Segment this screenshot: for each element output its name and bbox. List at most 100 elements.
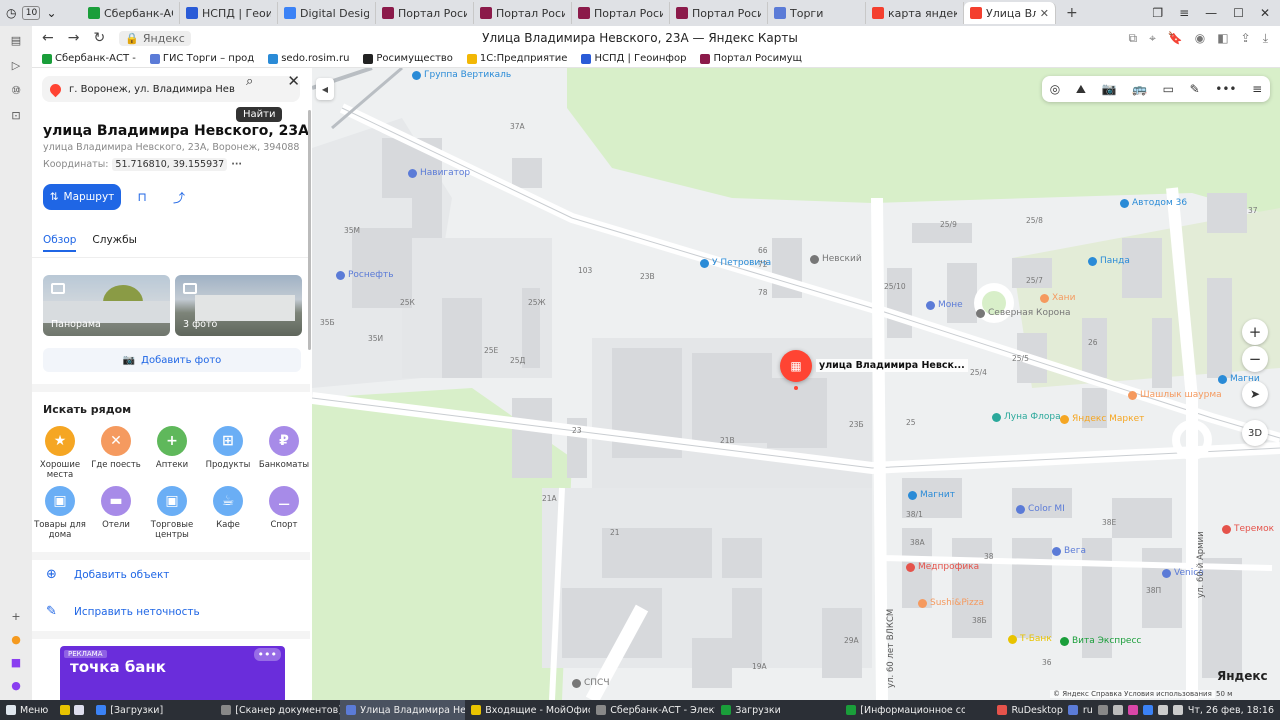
taskbar-item[interactable]: [Информационное сооб...	[840, 700, 965, 720]
search-input[interactable]: г. Воронеж, ул. Владимира Невского	[69, 84, 235, 95]
transport-icon[interactable]: 🚌	[1132, 82, 1147, 96]
locate-me-button[interactable]: ➤	[1242, 381, 1268, 407]
browser-tab[interactable]: Digital Design W	[278, 2, 376, 24]
map-poi[interactable]: Теремок	[1222, 524, 1274, 534]
add-photo-button[interactable]: 📷 Добавить фото	[43, 348, 301, 372]
map-poi[interactable]: Хани	[1040, 293, 1075, 303]
back-icon[interactable]: ←	[42, 30, 54, 46]
zoom-out-button[interactable]: −	[1242, 346, 1268, 372]
app-tray-icon[interactable]	[1127, 705, 1138, 715]
add-icon[interactable]: +	[11, 610, 20, 623]
clipboard-icon[interactable]	[1112, 705, 1123, 715]
yandex-tray-icon[interactable]	[1067, 705, 1078, 715]
menu-icon[interactable]: ≡	[1179, 6, 1189, 20]
bookmark-item[interactable]: sedo.rosim.ru	[268, 53, 349, 64]
panorama-icon[interactable]: ⛰	[1076, 82, 1086, 97]
hamburger-menu-icon[interactable]: ≡	[1252, 82, 1262, 96]
download-icon[interactable]: ⤓	[1263, 31, 1268, 46]
close-tab-icon[interactable]: ✕	[1040, 7, 1049, 20]
panorama-photo[interactable]: Панорама	[43, 275, 170, 336]
nearby-category[interactable]: ✕ Где поесть	[88, 426, 144, 470]
counter-icon[interactable]: ⑩	[11, 84, 21, 97]
nearby-category[interactable]: ⊞ Продукты	[200, 426, 256, 470]
ad-more-icon[interactable]: •••	[253, 648, 281, 661]
layers-icon[interactable]: ◎	[1050, 82, 1060, 96]
forward-icon[interactable]: →	[68, 30, 80, 46]
map-poi[interactable]: Шашлык шаурма	[1128, 390, 1222, 400]
nearby-category[interactable]: ▣ Торговые центры	[144, 486, 200, 540]
map-poi[interactable]: Яндекс Маркет	[1060, 414, 1144, 424]
tab-count-badge[interactable]: 10	[22, 6, 41, 20]
extensions-icon[interactable]: ◧	[1217, 31, 1228, 46]
map-poi[interactable]: Sushi&Pizza	[918, 598, 984, 608]
more-icon[interactable]: ···	[231, 159, 242, 170]
share-button[interactable]: ⤴	[165, 184, 193, 210]
photos-thumbnail[interactable]: 3 фото	[175, 275, 302, 336]
map-poi[interactable]: Вита Экспресс	[1060, 636, 1141, 646]
zoom-in-button[interactable]: +	[1242, 319, 1268, 345]
map-poi[interactable]: Color MI	[1016, 504, 1065, 514]
map-poi[interactable]: Панда	[1088, 256, 1130, 266]
ad-banner[interactable]: РЕКЛАМА ••• точка банк	[60, 646, 285, 700]
close-window-icon[interactable]: ✕	[1260, 6, 1270, 20]
map-poi[interactable]: Навигатор	[408, 168, 470, 178]
browser-tab[interactable]: Портал Росиму	[474, 2, 572, 24]
map-poi[interactable]: Луна Флора	[992, 412, 1061, 422]
collapse-panel-button[interactable]: ◀	[316, 78, 334, 100]
browser-tab[interactable]: Портал Росиму	[572, 2, 670, 24]
bookmark-icon[interactable]: 🔖	[1168, 31, 1183, 46]
messenger-icon[interactable]: ■	[11, 656, 21, 669]
add-object-link[interactable]: ⊕ Добавить объект	[46, 567, 169, 582]
browser-tab[interactable]: Портал Росиму	[376, 2, 474, 24]
tab-services[interactable]: Службы	[92, 234, 136, 252]
maximize-icon[interactable]: ☐	[1233, 6, 1244, 20]
map-poi[interactable]: Моне	[926, 300, 963, 310]
share-icon[interactable]: ⇪	[1241, 31, 1251, 46]
volume-icon[interactable]	[1172, 705, 1183, 715]
map-poi[interactable]: Северная Корона	[976, 308, 1071, 318]
nearby-category[interactable]: ▬ Отели	[88, 486, 144, 530]
browser-tab[interactable]: Улица Владим ✕	[964, 2, 1056, 24]
clock[interactable]: Чт, 26 фев, 18:16	[1188, 705, 1274, 716]
nearby-category[interactable]: + Аптеки	[144, 426, 200, 470]
bookmark-item[interactable]: ГИС Торги – прод	[149, 53, 254, 64]
collections-icon[interactable]: ▤	[11, 34, 21, 47]
bookmark-item[interactable]: НСПД | Геоинфор	[581, 53, 686, 64]
3d-button[interactable]: 3D	[1242, 420, 1268, 446]
bookmark-item[interactable]: Росимущество	[363, 53, 453, 64]
location-icon[interactable]: ⌖	[1149, 31, 1156, 46]
map-poi[interactable]: Медпрофика	[906, 562, 979, 572]
bluetooth-icon[interactable]	[1142, 705, 1153, 715]
history-icon[interactable]: ◷	[6, 6, 16, 20]
nearby-category[interactable]: ⚊ Спорт	[256, 486, 310, 530]
chevron-down-icon[interactable]: ⌄	[46, 6, 56, 20]
bookmark-item[interactable]: Сбербанк-АСТ -	[42, 53, 136, 64]
bookmark-item[interactable]: Портал Росимущ	[700, 53, 802, 64]
photo-icon[interactable]: 📷	[1102, 82, 1117, 96]
selected-place-marker[interactable]: ▦	[780, 350, 812, 382]
panel-scrollbar[interactable]	[308, 110, 311, 350]
start-menu-button[interactable]: Меню	[0, 700, 54, 720]
nearby-category[interactable]: ☕ Кафе	[200, 486, 256, 530]
translate-icon[interactable]: ⧉	[1129, 31, 1138, 46]
rudesktop-label[interactable]: RuDesktop	[1012, 705, 1063, 716]
minimize-icon[interactable]: —	[1205, 6, 1217, 20]
reload-icon[interactable]: ↻	[93, 30, 105, 46]
map-poi[interactable]: Т-Банк	[1008, 634, 1052, 644]
taskbar-item[interactable]: Улица Владимира Невск...	[340, 700, 466, 720]
route-button[interactable]: ⇅ Маршрут	[43, 184, 121, 210]
keyboard-icon[interactable]	[1097, 705, 1108, 715]
map-poi[interactable]: Группа Вертикаль	[412, 70, 511, 80]
save-bookmark-button[interactable]: ⊓	[128, 184, 156, 210]
quick-launch[interactable]	[54, 700, 90, 720]
taskbar-item[interactable]: [Загрузки]	[90, 700, 215, 720]
tab-overview[interactable]: Обзор	[43, 234, 77, 252]
close-icon[interactable]: ✕	[287, 72, 300, 90]
language-indicator[interactable]: ru	[1083, 705, 1093, 716]
taskbar-item[interactable]: Сбербанк-АСТ - Электро...	[590, 700, 715, 720]
new-tab-icon[interactable]: +	[1056, 5, 1088, 21]
nearby-category[interactable]: ▣ Товары для дома	[32, 486, 88, 540]
nearby-category[interactable]: ₽ Банкоматы	[256, 426, 310, 470]
profile-icon[interactable]: ◉	[1195, 31, 1205, 46]
fix-error-link[interactable]: ✎ Исправить неточность	[46, 604, 200, 619]
